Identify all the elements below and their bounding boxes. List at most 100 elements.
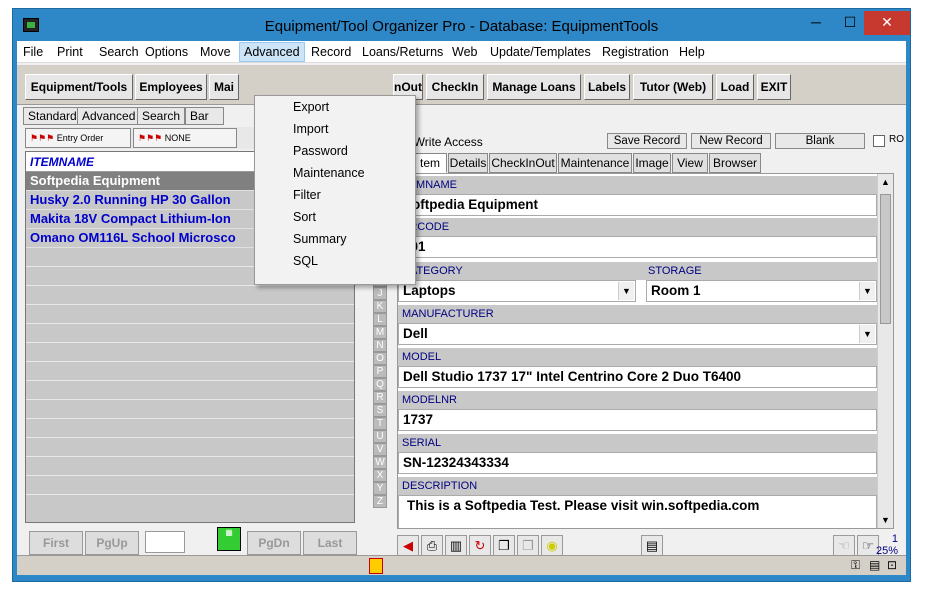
storage-label: STORAGE <box>648 265 702 277</box>
alpha-k[interactable]: K <box>373 300 387 313</box>
itemname-field[interactable]: Softpedia Equipment <box>398 194 877 216</box>
calendar-icon[interactable]: ▦ <box>217 527 241 551</box>
alpha-r[interactable]: R <box>373 391 387 404</box>
ro-checkbox[interactable] <box>873 135 885 147</box>
tab-checkinout[interactable]: CheckInOut <box>489 153 557 173</box>
alpha-l[interactable]: L <box>373 313 387 326</box>
menu-web[interactable]: Web <box>452 45 477 59</box>
tab-image[interactable]: Image <box>633 153 671 173</box>
menu-record[interactable]: Record <box>311 45 351 59</box>
form-scrollbar[interactable]: ▲ ▼ <box>877 174 893 528</box>
category-select[interactable]: Laptops ▼ <box>398 280 636 302</box>
scroll-down-icon[interactable]: ▼ <box>878 512 893 528</box>
exit-button[interactable]: EXIT <box>757 74 791 100</box>
scroll-up-icon[interactable]: ▲ <box>878 174 893 190</box>
tab-details[interactable]: Details <box>448 153 488 173</box>
category-label: CATEGORY <box>398 262 877 280</box>
alpha-y[interactable]: Y <box>373 482 387 495</box>
alpha-m[interactable]: M <box>373 326 387 339</box>
first-button[interactable]: First <box>29 531 83 555</box>
menu-search[interactable]: Search <box>99 45 139 59</box>
alpha-u[interactable]: U <box>373 430 387 443</box>
menu-item-maintenance[interactable]: Maintenance <box>255 162 415 184</box>
save-record-button[interactable]: Save Record <box>607 133 687 149</box>
manufacturer-select[interactable]: Dell ▼ <box>398 323 877 345</box>
alpha-o[interactable]: O <box>373 352 387 365</box>
tab-advanced[interactable]: Advanced <box>77 107 141 125</box>
barcode-field[interactable]: 001 <box>398 236 877 258</box>
model-field[interactable]: Dell Studio 1737 17" Intel Centrino Core… <box>398 366 877 388</box>
last-button[interactable]: Last <box>303 531 357 555</box>
menu-item-sql[interactable]: SQL <box>255 250 415 272</box>
sort-none-label: NONE <box>164 133 191 143</box>
alpha-v[interactable]: V <box>373 443 387 456</box>
manage-loans-button[interactable]: Manage Loans <box>487 74 581 100</box>
refresh-icon[interactable]: ↻ <box>469 535 491 557</box>
tab-maintenance[interactable]: Maintenance <box>558 153 632 173</box>
menu-help[interactable]: Help <box>679 45 705 59</box>
back-arrow-icon[interactable]: ◀ <box>397 535 419 557</box>
menu-item-filter[interactable]: Filter <box>255 184 415 206</box>
menu-print[interactable]: Print <box>57 45 83 59</box>
menu-item-summary[interactable]: Summary <box>255 228 415 250</box>
serial-field[interactable]: SN-12324343334 <box>398 452 877 474</box>
sort-none-button[interactable]: ⚑⚑⚑ NONE <box>133 128 237 148</box>
lightbulb-icon[interactable]: ◉ <box>541 535 563 557</box>
alpha-j[interactable]: J <box>373 287 387 300</box>
menu-item-export[interactable]: Export <box>255 96 415 118</box>
menu-move[interactable]: Move <box>200 45 231 59</box>
modelnr-field[interactable]: 1737 <box>398 409 877 431</box>
tab-view[interactable]: View <box>672 153 708 173</box>
copy-icon[interactable]: ❐ <box>493 535 515 557</box>
menu-update-templates[interactable]: Update/Templates <box>490 45 591 59</box>
tab-search[interactable]: Search <box>137 107 186 125</box>
menu-advanced[interactable]: Advanced <box>239 42 305 62</box>
menu-loans-returns[interactable]: Loans/Returns <box>362 45 443 59</box>
tab-item[interactable]: tem <box>413 153 447 173</box>
paste-icon[interactable]: ❐ <box>517 535 539 557</box>
delete-icon[interactable]: ▥ <box>445 535 467 557</box>
alpha-q[interactable]: Q <box>373 378 387 391</box>
new-record-button[interactable]: New Record <box>691 133 771 149</box>
pgup-button[interactable]: PgUp <box>85 531 139 555</box>
load-button[interactable]: Load <box>716 74 754 100</box>
alpha-s[interactable]: S <box>373 404 387 417</box>
menu-registration[interactable]: Registration <box>602 45 669 59</box>
lock-icon[interactable]: ⊡ <box>887 558 897 572</box>
close-button[interactable]: ✕ <box>864 11 910 35</box>
tab-barcode[interactable]: Bar Code <box>185 107 224 139</box>
checkin-button[interactable]: CheckIn <box>426 74 484 100</box>
equipment-tools-button[interactable]: Equipment/Tools <box>25 74 133 100</box>
labels-button[interactable]: Labels <box>584 74 630 100</box>
scroll-thumb[interactable] <box>880 194 891 324</box>
empty-row <box>26 305 354 324</box>
menu-item-import[interactable]: Import <box>255 118 415 140</box>
report-icon[interactable]: ▤ <box>641 535 663 557</box>
print-icon[interactable]: ⎙ <box>421 535 443 557</box>
key-icon[interactable]: ⚿ <box>851 558 860 573</box>
alpha-z[interactable]: Z <box>373 495 387 508</box>
alpha-n[interactable]: N <box>373 339 387 352</box>
menu-file[interactable]: File <box>23 45 43 59</box>
menu-item-sort[interactable]: Sort <box>255 206 415 228</box>
document-icon[interactable]: ▤ <box>869 558 880 572</box>
pgdn-button[interactable]: PgDn <box>247 531 301 555</box>
alpha-p[interactable]: P <box>373 365 387 378</box>
description-field[interactable]: This is a Softpedia Test. Please visit w… <box>398 495 877 528</box>
blank-button[interactable]: Blank <box>775 133 865 149</box>
storage-select[interactable]: Room 1 ▼ <box>646 280 877 302</box>
sort-entry-order-button[interactable]: ⚑⚑⚑ Entry Order <box>25 128 131 148</box>
alpha-w[interactable]: W <box>373 456 387 469</box>
alpha-t[interactable]: T <box>373 417 387 430</box>
menu-options[interactable]: Options <box>145 45 188 59</box>
storage-value: Room 1 <box>651 283 701 298</box>
tab-browser[interactable]: Browser <box>709 153 761 173</box>
alpha-x[interactable]: X <box>373 469 387 482</box>
employees-button[interactable]: Employees <box>135 74 207 100</box>
tutor-web-button[interactable]: Tutor (Web) <box>633 74 713 100</box>
tab-standard[interactable]: Standard <box>23 107 82 125</box>
menu-item-password[interactable]: Password <box>255 140 415 162</box>
maintenance-button[interactable]: Mai <box>209 74 239 100</box>
prev-record-icon[interactable]: ☜ <box>833 535 855 557</box>
goto-input[interactable] <box>145 531 185 553</box>
